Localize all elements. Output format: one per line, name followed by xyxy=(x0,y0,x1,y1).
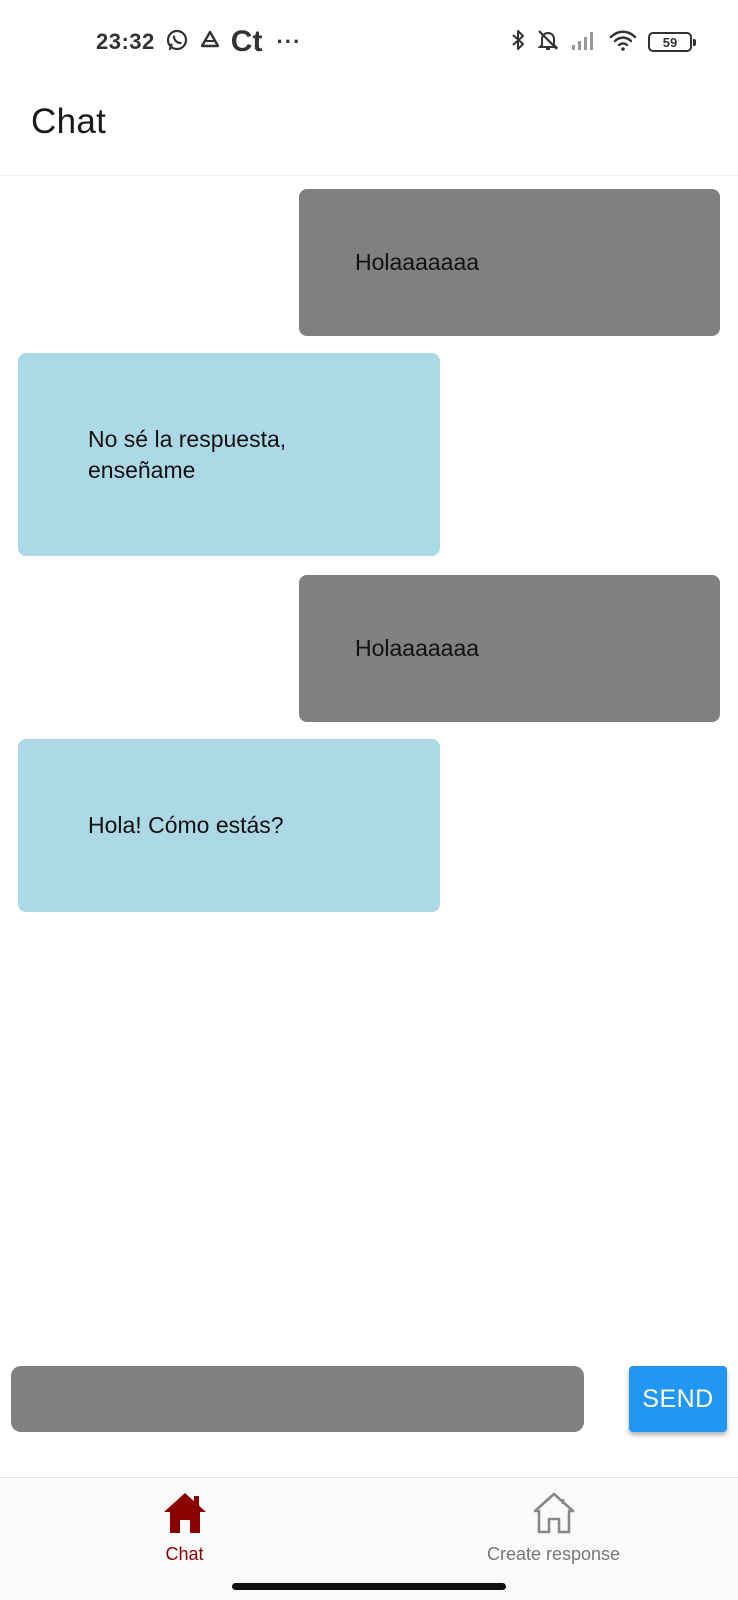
nav-label: Create response xyxy=(486,1544,621,1564)
drive-icon xyxy=(199,29,221,56)
wifi-icon xyxy=(608,28,638,57)
sent-message-bubble: Holaaaaaaa xyxy=(299,575,720,722)
home-indicator[interactable] xyxy=(232,1583,506,1590)
nav-item-create-response[interactable]: Create response xyxy=(369,1478,738,1578)
received-message-bubble: Hola! Cómo estás? xyxy=(18,739,440,912)
send-button[interactable]: SEND xyxy=(629,1366,727,1432)
home-outline-icon xyxy=(530,1490,578,1536)
whatsapp-icon xyxy=(165,28,189,57)
message-list[interactable]: Holaaaaaaa No sé la respuesta, enseñame … xyxy=(0,176,738,1356)
bottom-nav: Chat Create response xyxy=(0,1477,738,1600)
more-notifications-icon: ··· xyxy=(276,29,302,54)
message-text: Holaaaaaaa xyxy=(355,249,480,275)
nav-label: Chat xyxy=(165,1544,204,1564)
message-text: No sé la respuesta, enseñame xyxy=(88,425,287,483)
page-title: Chat xyxy=(31,102,107,141)
home-icon xyxy=(161,1490,209,1536)
message-input[interactable] xyxy=(11,1366,584,1432)
app-bar: Chat xyxy=(0,84,738,176)
status-left: 23:32 Ct ··· xyxy=(96,26,301,58)
mute-icon xyxy=(536,28,560,57)
message-text: Hola! Cómo estás? xyxy=(88,812,284,838)
status-right: 59 xyxy=(510,26,696,58)
nav-item-chat[interactable]: Chat xyxy=(0,1478,369,1578)
message-text: Holaaaaaaa xyxy=(355,635,480,661)
status-app-text: Ct xyxy=(230,25,263,58)
battery-icon: 59 xyxy=(648,32,696,52)
status-time: 23:32 xyxy=(96,29,155,54)
signal-icon xyxy=(570,29,598,56)
status-bar: 23:32 Ct ··· 59 xyxy=(0,0,738,84)
bluetooth-icon xyxy=(510,28,526,57)
sent-message-bubble: Holaaaaaaa xyxy=(299,189,720,336)
received-message-bubble: No sé la respuesta, enseñame xyxy=(18,353,440,556)
